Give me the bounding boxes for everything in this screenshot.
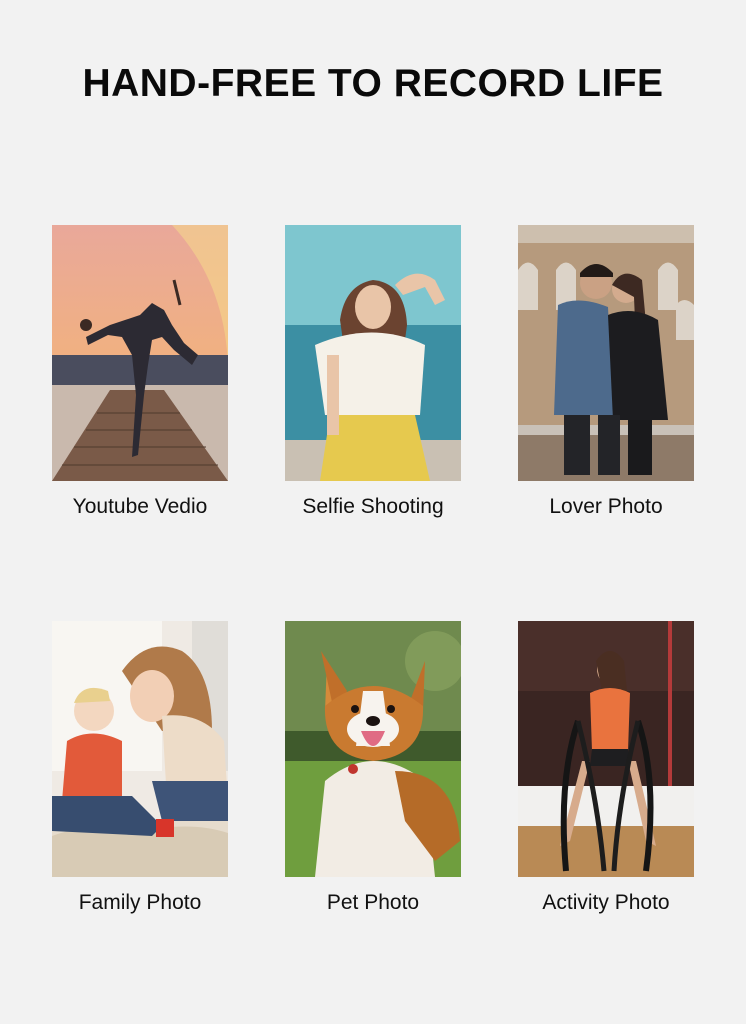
card-pet-photo[interactable]: Pet Photo [285,621,461,914]
caption-activity-photo: Activity Photo [542,891,670,914]
photo-dancer-on-pier [52,225,228,481]
caption-pet-photo: Pet Photo [326,891,420,914]
page-title: HAND-FREE TO RECORD LIFE [82,62,664,105]
card-activity-photo[interactable]: Activity Photo [518,621,694,914]
card-youtube-video[interactable]: Youtube Vedio [52,225,228,518]
photo-battle-ropes [518,621,694,877]
photo-woman-selfie [285,225,461,481]
caption-youtube-video: Youtube Vedio [72,495,208,518]
photo-couple [518,225,694,481]
card-family-photo[interactable]: Family Photo [52,621,228,914]
caption-family-photo: Family Photo [78,891,202,914]
photo-mother-and-baby [52,621,228,877]
caption-selfie-shooting: Selfie Shooting [302,495,444,518]
card-selfie-shooting[interactable]: Selfie Shooting [285,225,461,518]
caption-lover-photo: Lover Photo [549,495,663,518]
card-lover-photo[interactable]: Lover Photo [518,225,694,518]
photo-corgi [285,621,461,877]
